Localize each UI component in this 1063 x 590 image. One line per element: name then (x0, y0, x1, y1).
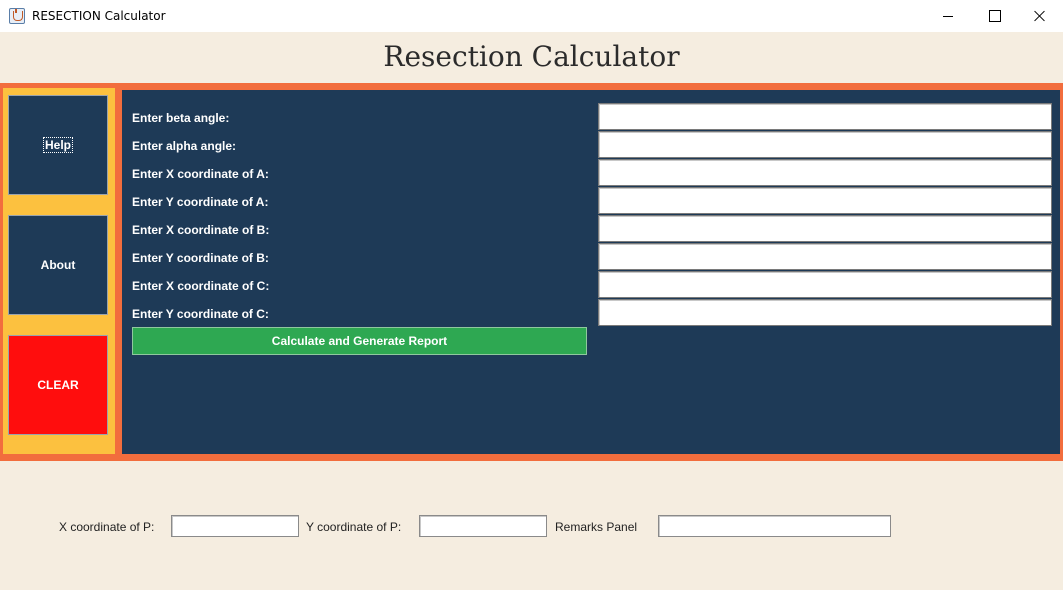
x-coordinate-c-input[interactable] (598, 271, 1052, 298)
y-coordinate-b-label: Enter Y coordinate of B: (132, 251, 269, 265)
close-icon[interactable] (1017, 0, 1063, 32)
x-coordinate-p-label: X coordinate of P: (59, 520, 155, 534)
y-coordinate-b-input[interactable] (598, 243, 1052, 270)
x-coordinate-c-label: Enter X coordinate of C: (132, 279, 270, 293)
y-coordinate-p-field[interactable] (419, 515, 547, 537)
remarks-panel-field[interactable] (658, 515, 891, 537)
y-coordinate-c-input[interactable] (598, 299, 1052, 326)
calculate-report-button[interactable]: Calculate and Generate Report (132, 327, 587, 355)
about-button[interactable]: About (8, 215, 108, 315)
window-titlebar: RESECTION Calculator (0, 0, 1063, 32)
window-title: RESECTION Calculator (32, 9, 166, 23)
about-button-label: About (40, 258, 76, 272)
sidebar: Help About CLEAR (3, 88, 115, 454)
y-coordinate-p-label: Y coordinate of P: (306, 520, 402, 534)
x-coordinate-b-input[interactable] (598, 215, 1052, 242)
alpha-angle-input[interactable] (598, 131, 1052, 158)
beta-angle-input[interactable] (598, 103, 1052, 130)
clear-button[interactable]: CLEAR (8, 335, 108, 435)
minimize-icon[interactable] (925, 0, 971, 32)
x-coordinate-b-label: Enter X coordinate of B: (132, 223, 270, 237)
y-coordinate-a-input[interactable] (598, 187, 1052, 214)
java-cup-icon (9, 8, 25, 24)
maximize-icon[interactable] (971, 0, 1017, 32)
beta-angle-label: Enter beta angle: (132, 111, 230, 125)
y-coordinate-a-label: Enter Y coordinate of A: (132, 195, 269, 209)
calculate-report-button-label: Calculate and Generate Report (271, 334, 448, 348)
help-button[interactable]: Help (8, 95, 108, 195)
x-coordinate-a-label: Enter X coordinate of A: (132, 167, 269, 181)
x-coordinate-a-input[interactable] (598, 159, 1052, 186)
y-coordinate-c-label: Enter Y coordinate of C: (132, 307, 269, 321)
input-panel: Enter beta angle: Enter alpha angle: Ent… (122, 90, 1060, 454)
clear-button-label: CLEAR (37, 378, 79, 392)
help-button-label: Help (42, 137, 73, 153)
x-coordinate-p-field[interactable] (171, 515, 299, 537)
remarks-panel-label: Remarks Panel (555, 520, 638, 534)
page-title: Resection Calculator (383, 40, 680, 73)
alpha-angle-label: Enter alpha angle: (132, 139, 237, 153)
